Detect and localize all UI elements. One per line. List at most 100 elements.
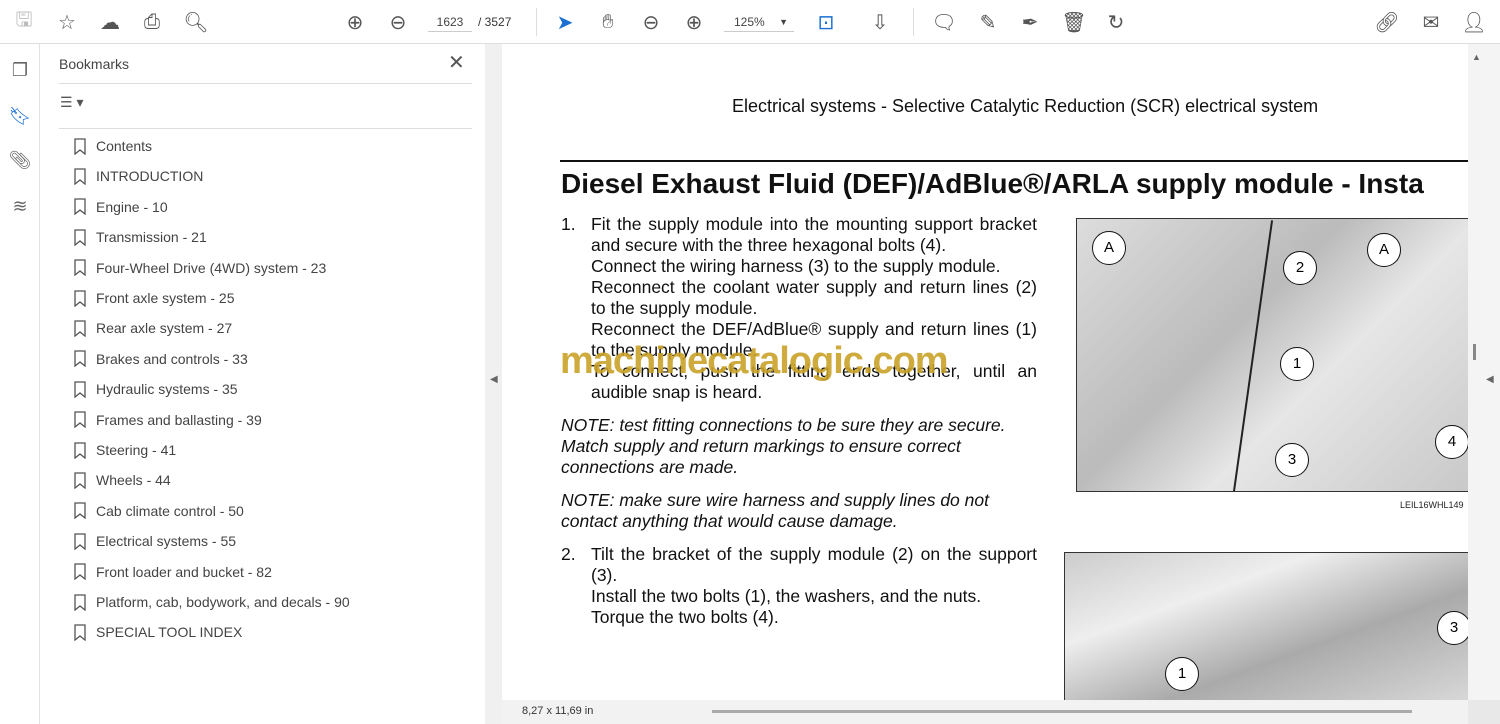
scroll-up-icon[interactable]: ▲: [1472, 52, 1481, 62]
page-up-icon[interactable]: ⊕︎: [341, 8, 369, 36]
bookmark-label: Steering - 41: [96, 442, 177, 458]
figure-1: A A 2 1 3 4: [1076, 218, 1468, 492]
bookmark-icon: [74, 563, 86, 581]
bookmark-label: Brakes and controls - 33: [96, 350, 248, 367]
step-line: Reconnect the coolant water supply and r…: [591, 277, 1037, 318]
bookmark-item[interactable]: Hydraulic systems - 35: [74, 377, 238, 401]
bookmark-item[interactable]: SPECIAL TOOL INDEX: [74, 620, 242, 644]
note-1: NOTE: test fitting connections to be sur…: [561, 415, 1006, 477]
bookmark-icon: [74, 137, 86, 155]
bookmarks-panel: Bookmarks ✕ ☰ ▾ Contents INTRODUCTION Engi…: [40, 44, 485, 724]
bookmark-label: Frames and ballasting - 39: [96, 411, 262, 428]
bookmark-item[interactable]: Brakes and controls - 33: [74, 347, 248, 371]
page-size: 8,27 x 11,69 in: [522, 705, 594, 717]
close-icon[interactable]: ✕: [448, 50, 465, 75]
bookmark-item[interactable]: Front loader and bucket - 82: [74, 560, 272, 584]
step-line: Install the two bolts (1), the washers, …: [591, 586, 982, 606]
figure-divider: [1232, 220, 1274, 492]
email-icon[interactable]: ✉: [1417, 8, 1445, 36]
bookmark-label: Cab climate control - 50: [96, 502, 244, 519]
bookmark-icon: [74, 168, 86, 185]
bookmark-icon: [74, 229, 86, 246]
step-line: Tilt the bracket of the supply module (2…: [591, 544, 1037, 585]
bookmark-item[interactable]: Contents: [74, 134, 152, 158]
bookmark-item[interactable]: Four-Wheel Drive (4WD) system - 23: [74, 256, 326, 280]
bookmark-star-icon[interactable]: ☆: [53, 8, 81, 36]
bookmark-item[interactable]: Transmission - 21: [74, 225, 207, 249]
bookmark-icon: [74, 472, 86, 489]
callout-2: 2: [1283, 251, 1317, 285]
title-rule: [560, 160, 1468, 162]
left-rail: ❐ 🔖︎ 📎︎ ≋: [0, 44, 40, 724]
vertical-scrollbar[interactable]: ▲ ◀: [1468, 44, 1500, 700]
step-2: 2. Tilt the bracket of the supply module…: [561, 544, 1037, 628]
scroll-mode-icon[interactable]: ⇩: [866, 8, 894, 36]
highlight-icon[interactable]: ✎: [974, 8, 1002, 36]
options-menu-icon[interactable]: ☰ ▾: [60, 94, 83, 111]
section-title: Diesel Exhaust Fluid (DEF)/AdBlue®/ARLA …: [561, 168, 1424, 199]
share-link-icon[interactable]: 🔗︎: [1373, 8, 1401, 36]
bookmark-label: Front loader and bucket - 82: [96, 563, 272, 580]
divider: [913, 8, 914, 36]
bookmarks-icon[interactable]: 🔖︎: [8, 106, 32, 130]
page-down-icon[interactable]: ⊖︎: [384, 8, 412, 36]
sign-icon[interactable]: ✒︎: [1016, 8, 1044, 36]
callout-4: 4: [1435, 425, 1468, 459]
search-icon[interactable]: 🔍︎: [182, 8, 210, 36]
bookmark-item[interactable]: INTRODUCTION: [74, 164, 203, 188]
step-line: Torque the two bolts (4).: [591, 607, 779, 627]
step-number: 2.: [561, 544, 576, 564]
expand-arrow-icon[interactable]: ◀: [1486, 374, 1494, 385]
print-icon[interactable]: ⎙: [138, 8, 166, 36]
bookmark-icon: [74, 350, 86, 368]
fit-page-icon[interactable]: ⊡: [812, 8, 840, 36]
status-bar: 8,27 x 11,69 in: [502, 700, 1468, 724]
zoom-out-icon[interactable]: ⊖: [637, 8, 665, 36]
bookmark-label: Contents: [96, 138, 153, 154]
panel-splitter[interactable]: ◀: [485, 44, 502, 724]
bookmark-icon: [74, 502, 86, 520]
collapse-arrow-icon[interactable]: ◀: [490, 374, 498, 385]
bookmark-label: Engine - 10: [96, 198, 168, 215]
scroll-thumb[interactable]: [1473, 344, 1476, 360]
callout-3: 3: [1437, 611, 1468, 645]
rotate-icon[interactable]: ↻: [1102, 8, 1130, 36]
step-2-text: Tilt the bracket of the supply module (2…: [591, 544, 1037, 628]
callout-3: 3: [1275, 443, 1309, 477]
attachment-icon[interactable]: 📎︎: [8, 150, 32, 174]
bookmark-item[interactable]: Cab climate control - 50: [74, 499, 244, 523]
bookmark-item[interactable]: Front axle system - 25: [74, 286, 235, 310]
bookmark-icon: [74, 624, 86, 641]
delete-icon[interactable]: 🗑︎: [1060, 8, 1088, 36]
account-icon[interactable]: 👤︎: [1460, 8, 1488, 36]
bookmark-label: Hydraulic systems - 35: [96, 381, 238, 398]
comment-icon[interactable]: 🗨︎: [930, 8, 958, 36]
panel-title: Bookmarks: [59, 56, 130, 72]
bookmark-icon: [74, 441, 86, 459]
bookmark-icon: [74, 289, 86, 307]
save-icon[interactable]: 🖫: [10, 8, 38, 36]
bookmark-icon: [74, 320, 86, 337]
zoom-in-icon[interactable]: ⊕: [680, 8, 708, 36]
bookmark-item[interactable]: Wheels - 44: [74, 468, 171, 492]
callout-a: A: [1092, 231, 1126, 265]
bookmark-item[interactable]: Steering - 41: [74, 438, 176, 462]
page-number-input[interactable]: 1623: [428, 12, 472, 32]
bookmark-item[interactable]: Frames and ballasting - 39: [74, 408, 262, 432]
running-header: Electrical systems - Selective Catalytic…: [732, 96, 1319, 116]
bookmark-item[interactable]: Platform, cab, bodywork, and decals - 90: [74, 590, 350, 614]
zoom-select[interactable]: 125% ▼: [724, 12, 794, 32]
layers-icon[interactable]: ≋: [8, 196, 32, 220]
bookmark-item[interactable]: Electrical systems - 55: [74, 529, 236, 553]
toolbar: 🖫 ☆ ☁ ⎙ 🔍︎ ⊕︎ ⊖︎ 1623 / 3527 ➤ ✋︎ ⊖ ⊕ 12…: [0, 0, 1500, 44]
select-cursor-icon[interactable]: ➤: [551, 8, 579, 36]
horizontal-scrollbar[interactable]: [712, 710, 1412, 713]
step-line: Fit the supply module into the mounting …: [591, 214, 1037, 255]
hand-icon[interactable]: ✋︎: [594, 8, 622, 36]
upload-cloud-icon[interactable]: ☁: [96, 8, 124, 36]
bookmark-item[interactable]: Rear axle system - 27: [74, 316, 232, 340]
figure-caption: LEIL16WHL149: [1400, 500, 1464, 510]
bookmark-item[interactable]: Engine - 10: [74, 195, 168, 219]
pages-icon[interactable]: ❐: [8, 60, 32, 84]
callout-a: A: [1367, 233, 1401, 267]
